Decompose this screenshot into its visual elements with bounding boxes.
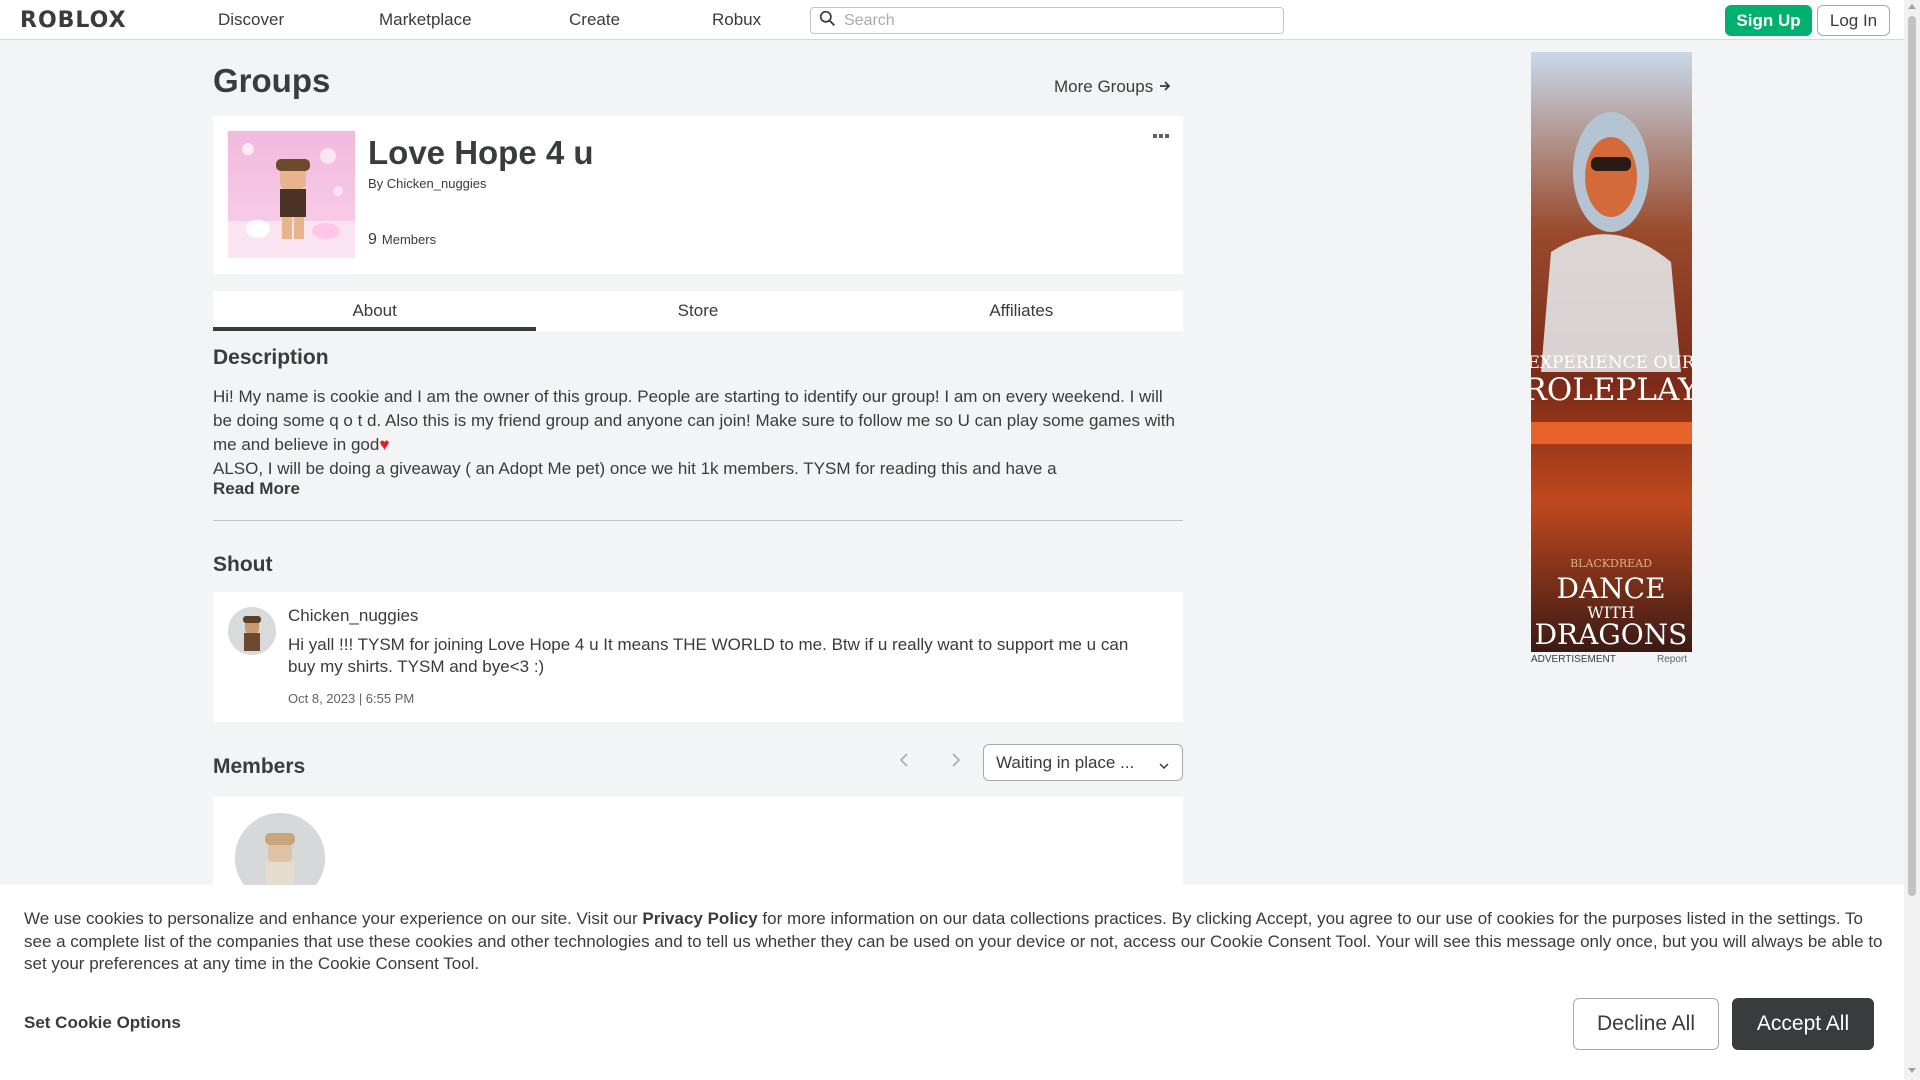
description-heading: Description [213, 346, 329, 369]
shout-card: Chicken_nuggies Hi yall !!! TYSM for joi… [213, 592, 1183, 722]
ad-label: ADVERTISEMENT [1531, 654, 1616, 665]
roblox-logo[interactable]: RΟBLOX [20, 8, 127, 33]
description-text: Hi! My name is cookie and I am the owner… [213, 385, 1183, 481]
group-owner-line: By Chicken_nuggies [368, 176, 487, 191]
members-heading: Members [213, 755, 306, 778]
more-options-icon[interactable] [1153, 134, 1173, 144]
chevron-right-icon[interactable] [946, 750, 966, 770]
avatar[interactable] [228, 607, 276, 655]
group-emblem [228, 131, 355, 258]
chevron-down-icon [1158, 757, 1170, 777]
group-member-count: 9 Members [368, 231, 436, 249]
nav-robux[interactable]: Robux [712, 10, 761, 30]
ad-report-link[interactable]: Report [1657, 654, 1687, 665]
signup-button[interactable]: Sign Up [1725, 5, 1812, 36]
advertisement-banner[interactable]: EXPERIENCE OUR ROLEPLAY BLACKDREAD DANCE… [1531, 52, 1692, 652]
search-input[interactable] [844, 11, 1264, 30]
scroll-up-arrow-icon[interactable] [1908, 4, 1916, 9]
member-count-label: Members [381, 232, 437, 247]
group-tabs: About Store Affiliates [213, 291, 1183, 331]
shout-body: Hi yall !!! TYSM for joining Love Hope 4… [288, 635, 1129, 676]
group-header-card: Love Hope 4 u By Chicken_nuggies 9 Membe… [213, 116, 1183, 274]
description-part-2: ALSO, I will be doing a giveaway ( an Ad… [213, 459, 1057, 478]
more-groups-link[interactable]: More Groups [1054, 77, 1171, 97]
decline-all-button[interactable]: Decline All [1573, 998, 1719, 1050]
more-groups-label: More Groups [1054, 77, 1154, 96]
tab-about[interactable]: About [213, 291, 537, 331]
cookie-banner: We use cookies to personalize and enhanc… [0, 885, 1904, 1080]
arrow-right-icon [1159, 77, 1171, 97]
scroll-down-arrow-icon[interactable] [1908, 1068, 1916, 1073]
shout-author-link[interactable]: Chicken_nuggies [288, 606, 418, 626]
cookie-text-before: We use cookies to personalize and enhanc… [24, 909, 638, 928]
ad-line-1: EXPERIENCE OUR [1531, 353, 1692, 373]
page-scrollbar[interactable] [1904, 0, 1920, 1080]
search-box[interactable] [810, 7, 1284, 34]
privacy-policy-link[interactable]: Privacy Policy [642, 909, 757, 928]
cookie-text: We use cookies to personalize and enhanc… [24, 908, 1884, 976]
nav-discover[interactable]: Discover [218, 10, 284, 30]
page-title: Groups [213, 62, 331, 99]
heart-icon: ♥ [379, 435, 390, 454]
description-part-1: Hi! My name is cookie and I am the owner… [213, 387, 1175, 454]
section-divider [213, 520, 1183, 521]
top-nav: RΟBLOX Discover Marketplace Create Robux… [0, 0, 1904, 40]
member-role-dropdown[interactable]: Waiting in place ... [983, 744, 1183, 781]
group-name: Love Hope 4 u [368, 134, 594, 171]
shout-heading: Shout [213, 553, 273, 576]
group-owner-link[interactable]: Chicken_nuggies [387, 176, 487, 191]
search-icon [819, 10, 836, 32]
accept-all-button[interactable]: Accept All [1732, 998, 1874, 1050]
chevron-left-icon[interactable] [894, 750, 914, 770]
shout-date: Oct 8, 2023 | 6:55 PM [288, 691, 415, 706]
ad-line-3: BLACKDREAD [1570, 557, 1652, 570]
login-button[interactable]: Log In [1817, 5, 1890, 36]
by-prefix: By [368, 176, 384, 191]
tab-affiliates[interactable]: Affiliates [860, 291, 1183, 331]
ad-line-2: ROLEPLAY [1531, 372, 1692, 408]
scroll-thumb[interactable] [1908, 16, 1916, 896]
nav-marketplace[interactable]: Marketplace [379, 10, 472, 30]
ad-line-4: DANCE [1556, 572, 1665, 605]
member-count-value: 9 [368, 231, 377, 248]
set-cookie-options-link[interactable]: Set Cookie Options [24, 1013, 181, 1033]
tab-store[interactable]: Store [536, 291, 859, 331]
members-list [213, 797, 1183, 903]
member-role-selected: Waiting in place ... [996, 752, 1135, 772]
read-more-link[interactable]: Read More [213, 479, 300, 499]
ad-line-6: DRAGONS [1535, 618, 1688, 651]
nav-create[interactable]: Create [569, 10, 620, 30]
